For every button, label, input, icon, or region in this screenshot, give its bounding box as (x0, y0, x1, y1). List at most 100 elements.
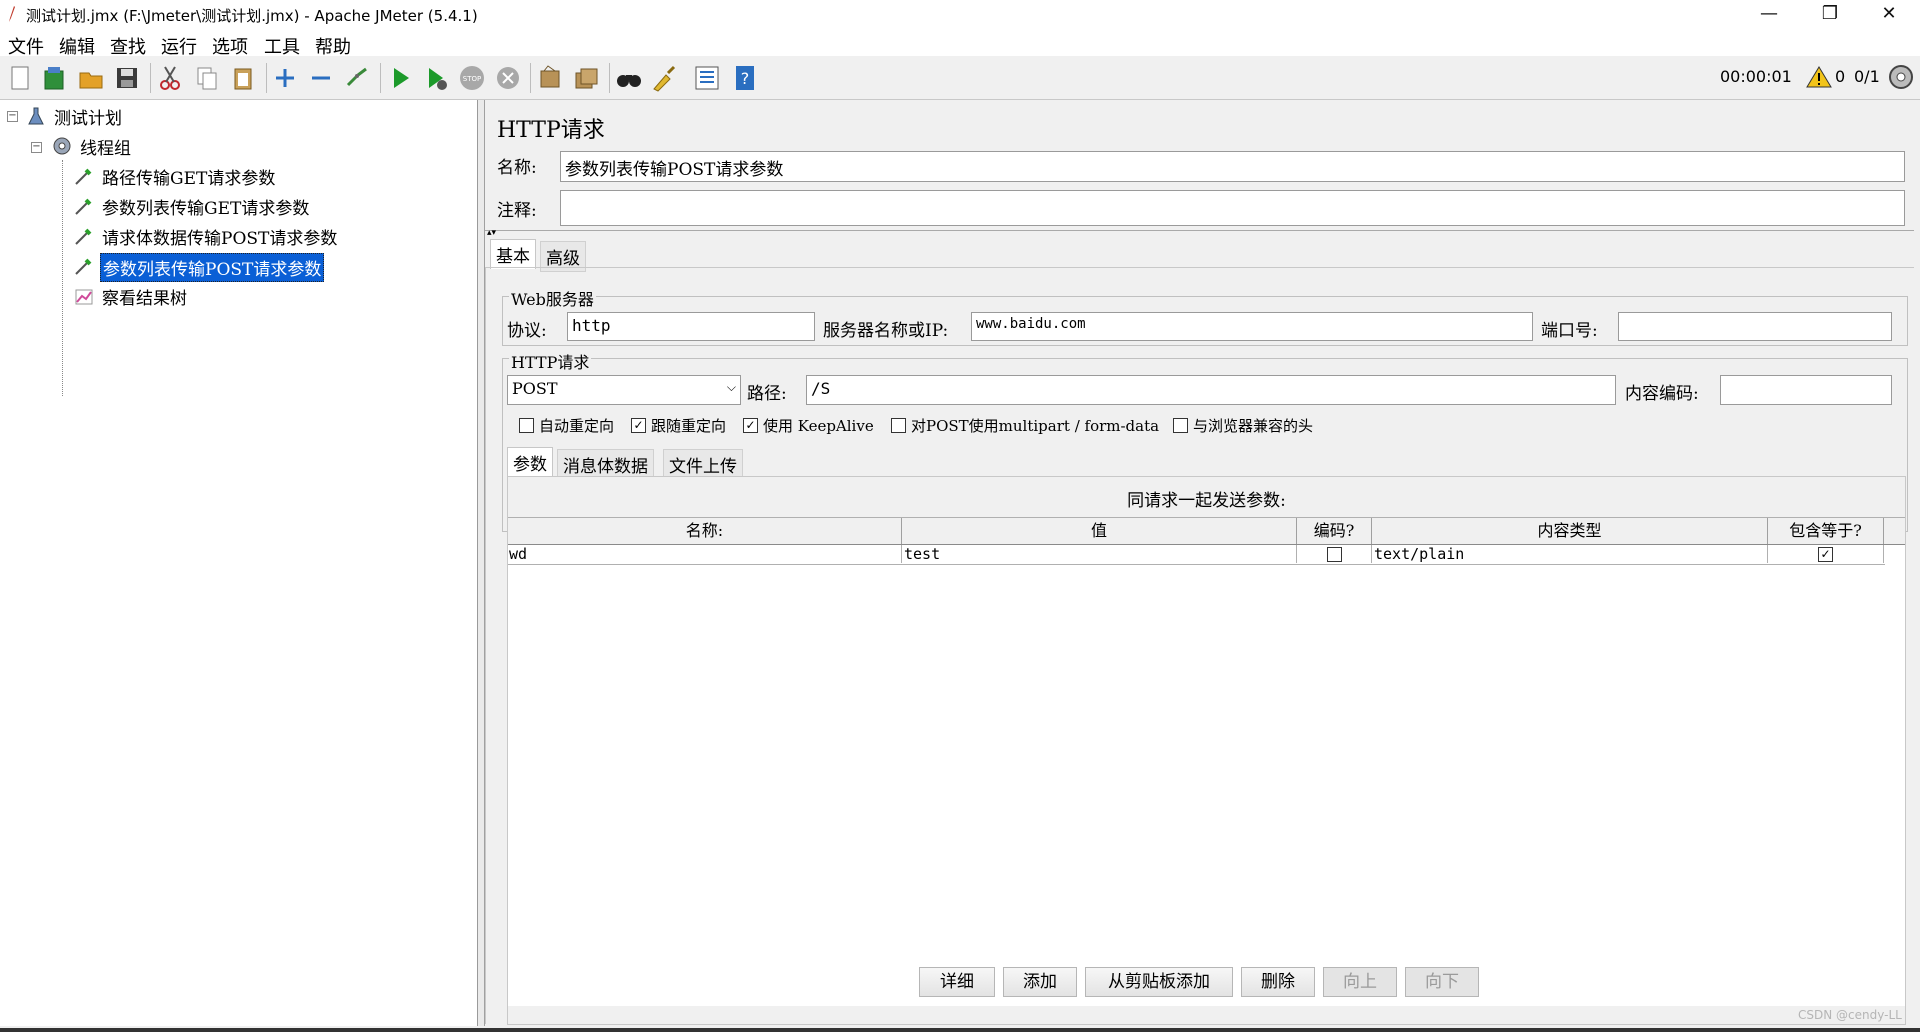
cell-value[interactable]: test (904, 545, 1297, 563)
tab-basic[interactable]: 基本 (490, 239, 536, 269)
content-encoding-field[interactable] (1720, 375, 1892, 405)
sampler-pipette-icon (75, 198, 92, 215)
encode-checkbox[interactable] (1327, 547, 1342, 562)
minimize-button[interactable]: — (1746, 0, 1792, 30)
menu-bar: 文件 编辑 查找 运行 选项 工具 帮助 (0, 30, 1920, 59)
help-icon[interactable]: ? (730, 63, 760, 93)
server-label: 服务器名称或IP: (823, 321, 949, 341)
stop-icon[interactable]: STOP (457, 63, 487, 93)
detail-button[interactable]: 详细 (919, 967, 995, 997)
copy-icon[interactable] (192, 63, 222, 93)
table-row[interactable]: wd test text/plain ✓ (508, 545, 1885, 565)
menu-run[interactable]: 运行 (161, 33, 197, 59)
collapse-toggle[interactable]: − (7, 111, 18, 122)
new-icon[interactable] (5, 63, 35, 93)
collapse-arrows-icon[interactable]: ▴▾ (487, 228, 496, 238)
tree-node-label: 请求体数据传输POST请求参数 (102, 229, 338, 249)
browser-headers-checkbox[interactable] (1173, 418, 1188, 433)
cut-icon[interactable] (155, 63, 185, 93)
tree-node-label: 测试计划 (54, 109, 122, 129)
open-icon[interactable] (76, 63, 106, 93)
panel-splitter[interactable] (478, 100, 485, 1026)
warning-count: 0 (1835, 67, 1846, 86)
collapse-toggle[interactable]: − (31, 142, 42, 153)
templates-icon[interactable] (39, 63, 69, 93)
elapsed-timer: 00:00:01 (1720, 67, 1792, 86)
auto-redirect-checkbox[interactable] (519, 418, 534, 433)
clear-all-icon[interactable] (571, 63, 601, 93)
keepalive-label: 使用 KeepAlive (763, 417, 874, 435)
sampler-pipette-icon (75, 258, 92, 275)
column-header-encode[interactable]: 编码? (1297, 518, 1372, 544)
method-select[interactable]: POST ⌵ (507, 375, 741, 405)
tab-parameters[interactable]: 参数 (507, 447, 553, 477)
multipart-checkbox[interactable] (891, 418, 906, 433)
expand-all-icon[interactable] (270, 63, 300, 93)
menu-help[interactable]: 帮助 (315, 33, 351, 59)
toggle-icon[interactable] (342, 63, 372, 93)
menu-edit[interactable]: 编辑 (59, 33, 95, 59)
shutdown-icon[interactable] (493, 63, 523, 93)
cell-include-equals[interactable]: ✓ (1768, 545, 1884, 563)
start-icon[interactable] (385, 63, 415, 93)
column-header-content-type[interactable]: 内容类型 (1372, 518, 1768, 544)
server-field[interactable]: www.baidu.com (971, 312, 1533, 341)
column-header-value[interactable]: 值 (902, 518, 1297, 544)
cell-name[interactable]: wd (509, 545, 902, 563)
multipart-label: 对POST使用multipart / form-data (911, 417, 1160, 435)
start-no-pauses-icon[interactable] (421, 63, 451, 93)
warning-icon[interactable] (1806, 65, 1832, 89)
collapse-all-icon[interactable] (306, 63, 336, 93)
menu-file[interactable]: 文件 (8, 33, 44, 59)
sampler-pipette-icon (75, 228, 92, 245)
menu-search[interactable]: 查找 (110, 33, 146, 59)
name-label: 名称: (497, 158, 537, 178)
move-up-button[interactable]: 向上 (1323, 967, 1397, 997)
http-request-legend: HTTP请求 (509, 349, 592, 373)
title-bar: 测试计划.jmx (F:\Jmeter\测试计划.jmx) - Apache J… (0, 0, 1920, 30)
add-from-clipboard-button[interactable]: 从剪贴板添加 (1085, 967, 1233, 997)
chevron-down-icon: ⌵ (726, 380, 736, 394)
port-label: 端口号: (1541, 321, 1598, 341)
method-value: POST (512, 379, 558, 398)
menu-tools[interactable]: 工具 (264, 33, 300, 59)
port-field[interactable] (1618, 312, 1892, 341)
watermark: CSDN @cendy-LL (1798, 1008, 1902, 1022)
tree-node-label: 参数列表传输POST请求参数 (100, 253, 325, 282)
function-helper-icon[interactable] (692, 63, 722, 93)
comment-field[interactable] (560, 190, 1905, 226)
window-bottom-edge (0, 1028, 1920, 1032)
protocol-field[interactable]: http (567, 312, 815, 341)
jmeter-feather-icon (9, 6, 15, 22)
http-request-panel: HTTP请求 名称: 参数列表传输POST请求参数 注释: ▴▾ 基本 高级 W… (485, 100, 1914, 1026)
move-down-button[interactable]: 向下 (1405, 967, 1479, 997)
save-icon[interactable] (112, 63, 142, 93)
column-header-include-equals[interactable]: 包含等于? (1768, 518, 1884, 544)
maximize-button[interactable]: ❐ (1807, 0, 1853, 30)
clear-icon[interactable] (535, 63, 565, 93)
menu-options[interactable]: 选项 (212, 33, 248, 59)
remote-status-icon[interactable] (1888, 64, 1914, 90)
name-field[interactable]: 参数列表传输POST请求参数 (560, 151, 1905, 182)
delete-button[interactable]: 删除 (1241, 967, 1315, 997)
add-button[interactable]: 添加 (1003, 967, 1077, 997)
parameters-panel: 同请求一起发送参数: 名称: 值 编码? 内容类型 包含等于? wd test … (507, 476, 1906, 1025)
path-field[interactable]: /S (806, 375, 1616, 405)
cell-content-type[interactable]: text/plain (1374, 545, 1768, 563)
column-header-name[interactable]: 名称: (508, 518, 902, 544)
parameters-caption: 同请求一起发送参数: (1127, 491, 1286, 511)
gear-icon (53, 137, 71, 155)
paste-icon[interactable] (228, 63, 258, 93)
follow-redirects-checkbox[interactable]: ✓ (631, 418, 646, 433)
keepalive-checkbox[interactable]: ✓ (743, 418, 758, 433)
close-button[interactable]: ✕ (1866, 0, 1912, 30)
test-plan-icon (28, 107, 44, 125)
include-equals-checkbox[interactable]: ✓ (1818, 547, 1833, 562)
reset-search-icon[interactable] (650, 63, 680, 93)
content-encoding-label: 内容编码: (1625, 384, 1699, 404)
svg-text:?: ? (741, 69, 750, 88)
panel-title: HTTP请求 (497, 118, 605, 143)
active-threads: 0/1 (1854, 67, 1880, 86)
search-binoculars-icon[interactable] (614, 63, 644, 93)
cell-encode[interactable] (1297, 545, 1372, 563)
